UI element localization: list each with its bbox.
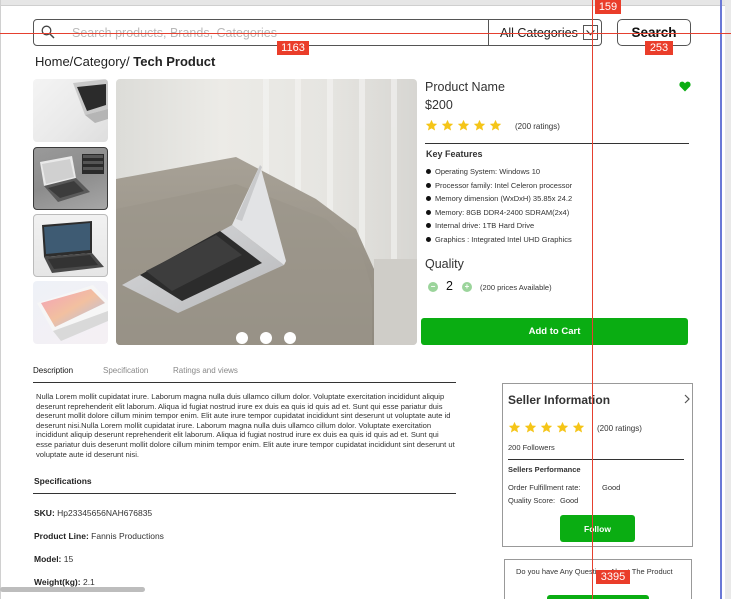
star-icon [508, 421, 521, 433]
spec-row-model: Model: 15 [34, 554, 73, 564]
product-name: Product Name [425, 80, 505, 94]
main-product-image[interactable] [116, 79, 417, 345]
horizontal-scrollbar[interactable] [0, 587, 145, 592]
breadcrumb-current: Tech Product [133, 54, 216, 69]
spec-value: Fannis Productions [91, 531, 164, 541]
spec-label: Weight(kg): [34, 577, 81, 587]
spec-label: Product Line: [34, 531, 89, 541]
feature-item: Processor family: Intel Celeron processo… [426, 179, 572, 193]
seller-quality-value: Good [560, 496, 578, 505]
spec-value: Hp23345656NAH676835 [57, 508, 153, 518]
specifications-title: Specifications [34, 476, 92, 486]
star-icon [540, 421, 553, 433]
seller-row-value: Good [602, 483, 621, 492]
search-icon[interactable] [40, 24, 56, 40]
plus-icon[interactable]: + [462, 282, 472, 292]
feature-item: Internal drive: 1TB Hard Drive [426, 219, 572, 233]
carousel-dot-3[interactable] [284, 332, 296, 344]
star-icon [524, 421, 537, 433]
browser-frame-top [0, 0, 731, 6]
product-description: Nulla Lorem mollit cupidatat irure. Labo… [36, 392, 455, 459]
feature-item: Memory: 8GB DDR4-2400 SDRAM(2x4) [426, 206, 572, 220]
seller-row-label: Order Fulfillment rate: [508, 483, 581, 492]
overlay-tag: 1163 [277, 41, 309, 55]
spec-label: Model: [34, 554, 62, 564]
star-icon [556, 421, 569, 433]
spec-row-product-line: Product Line: Fannis Productions [34, 531, 164, 541]
product-price: $200 [425, 98, 453, 112]
feature-item: Memory dimension (WxDxH) 35.85x 24.2 [426, 192, 572, 206]
seller-row-quality: Quality Score: [508, 496, 555, 505]
seller-rating-stars [508, 421, 585, 434]
vertical-scrollbar[interactable] [725, 0, 731, 599]
seller-info-card: Seller Information (200 ratings) 200 Fol… [502, 383, 693, 547]
question-text: Do you have Any Questions About The Prod… [516, 567, 673, 576]
star-icon [425, 119, 438, 131]
overlay-tag: 253 [645, 41, 673, 55]
frame-left-edge [0, 0, 1, 599]
seller-performance-title: Sellers Performance [508, 465, 581, 474]
overlay-tag: 3395 [596, 570, 630, 584]
spec-label: SKU: [34, 508, 55, 518]
carousel-dot-1[interactable] [236, 332, 248, 344]
product-rating-stars [425, 119, 502, 132]
breadcrumb-path[interactable]: Home/Category/ [35, 54, 133, 69]
seller-followers: 200 Followers [508, 443, 555, 452]
spec-row-sku: SKU: Hp23345656NAH676835 [34, 508, 152, 518]
seller-row-value: Good [560, 496, 579, 505]
quality-label: Quality [425, 257, 464, 271]
feature-item: Graphics : Integrated Intel UHD Graphics [426, 233, 572, 247]
specifications-divider [33, 493, 456, 494]
tabs-underline [33, 382, 456, 383]
product-rating-count: (200 ratings) [515, 122, 560, 131]
carousel-dot-2[interactable] [260, 332, 272, 344]
chevron-right-icon[interactable] [683, 394, 691, 404]
thumbnail-laptop-2[interactable] [33, 147, 108, 210]
thumbnail-laptop-1[interactable] [33, 79, 108, 142]
star-icon [441, 119, 454, 131]
star-icon [489, 119, 502, 131]
seller-row-label: Quality Score: [508, 496, 556, 505]
thumbnail-laptop-4[interactable] [33, 281, 108, 344]
spec-value: 2.1 [82, 577, 95, 587]
quantity-value: 2 [446, 279, 453, 293]
tab-ratings[interactable]: Ratings and views [173, 366, 238, 375]
seller-row-fulfillment: Order Fulfillment rate: Good [508, 483, 620, 492]
star-icon [572, 421, 585, 433]
tab-description[interactable]: Description [33, 366, 73, 375]
overlay-guide-horizontal [0, 33, 731, 34]
spec-row-weight: Weight(kg): 2.1 [34, 577, 95, 587]
heart-icon[interactable] [679, 81, 691, 92]
seller-rating-count: (200 ratings) [597, 424, 642, 433]
ask-question-button[interactable] [547, 595, 649, 599]
overlay-guide-vertical [592, 0, 593, 599]
star-icon [457, 119, 470, 131]
frame-right-edge [720, 0, 722, 599]
follow-button[interactable]: Follow [560, 515, 635, 542]
add-to-cart-button[interactable]: Add to Cart [421, 318, 688, 345]
tab-specification[interactable]: Specification [103, 366, 148, 375]
overlay-tag: 159 [595, 0, 621, 14]
spec-value: 15 [63, 554, 74, 564]
minus-icon[interactable]: − [428, 282, 438, 292]
divider [425, 143, 689, 144]
seller-info-title: Seller Information [508, 393, 611, 407]
seller-divider [508, 459, 684, 460]
breadcrumb: Home/Category/ Tech Product [35, 54, 215, 69]
star-icon [473, 119, 486, 131]
quantity-available: (200 prices Available) [480, 283, 552, 292]
key-features-title: Key Features [426, 149, 483, 159]
feature-item: Operating System: Windows 10 [426, 165, 572, 179]
key-features-list: Operating System: Windows 10 Processor f… [426, 165, 572, 247]
thumbnail-laptop-3[interactable] [33, 214, 108, 277]
